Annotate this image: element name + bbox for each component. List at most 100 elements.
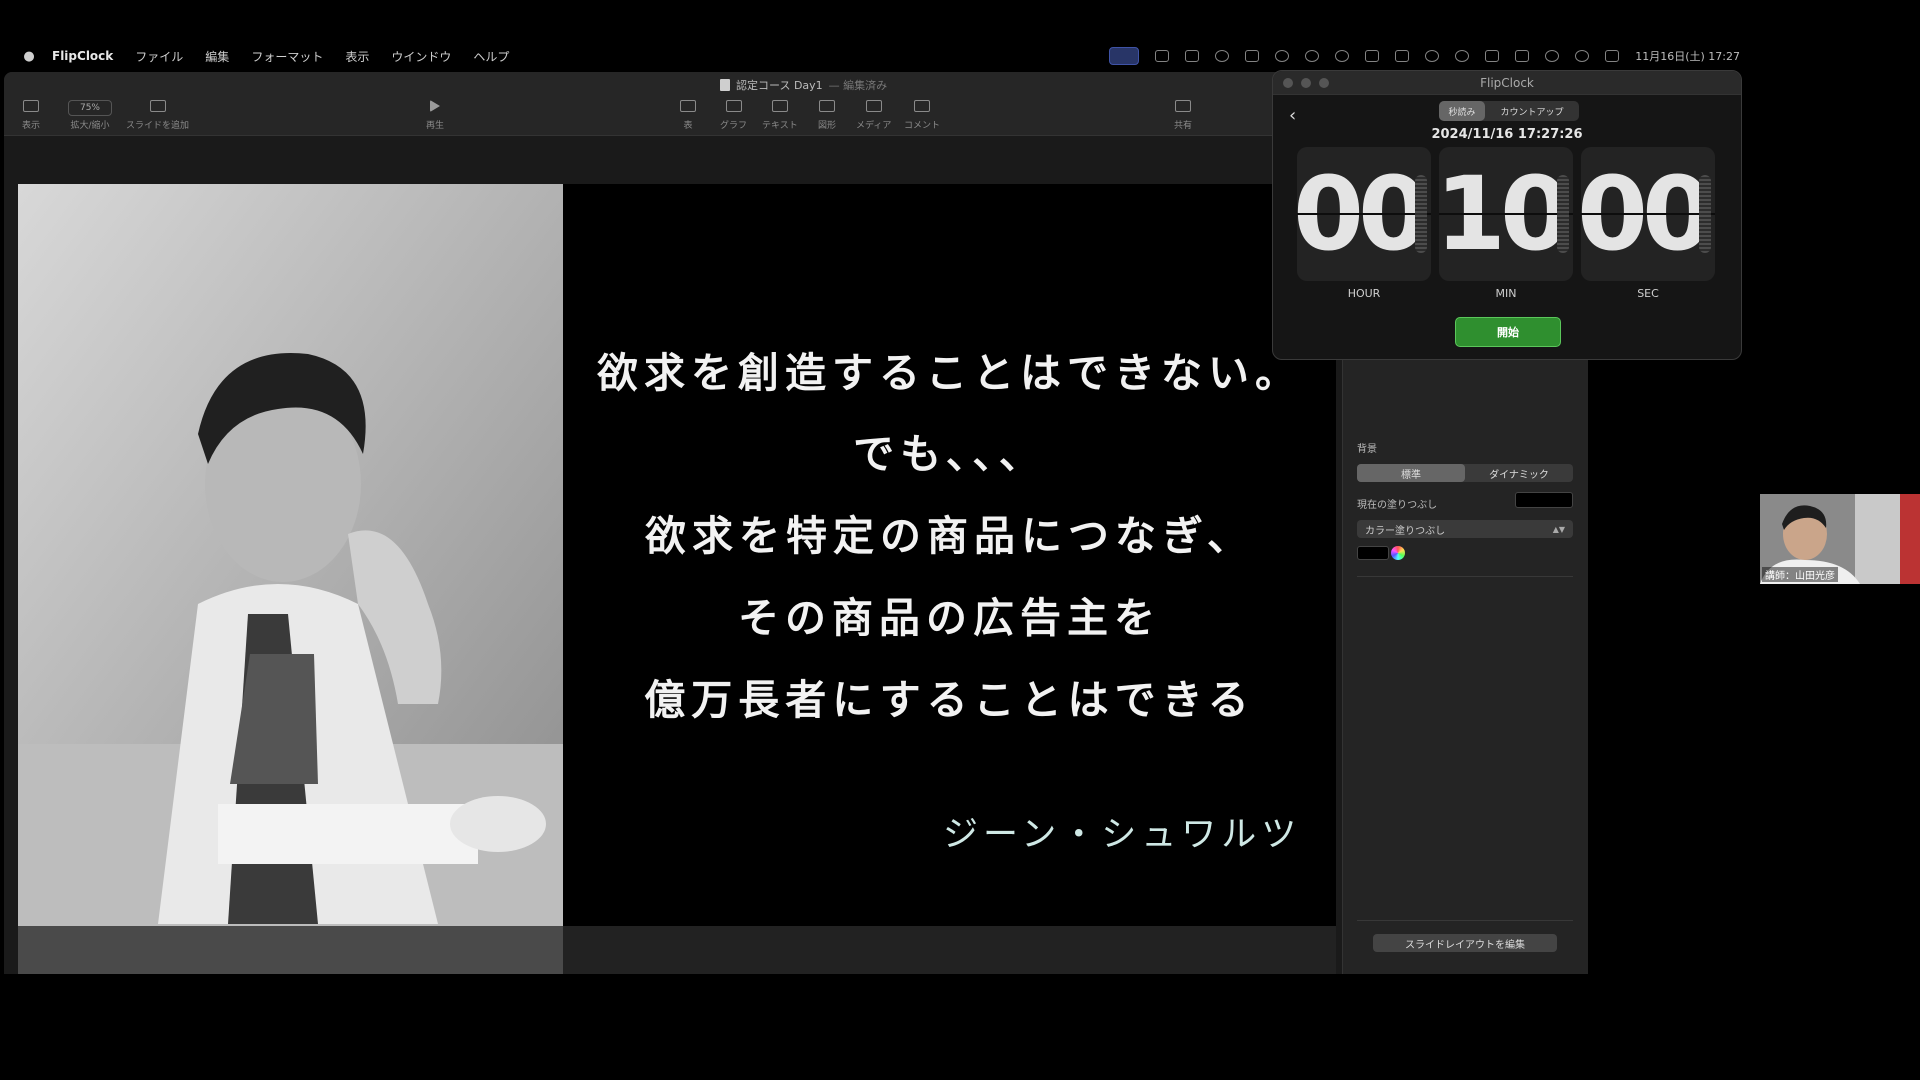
add-slide-icon bbox=[149, 100, 166, 112]
screen-mirror-icon[interactable] bbox=[1109, 47, 1140, 65]
current-datetime: 2024/11/16 17:27:26 bbox=[1431, 127, 1583, 142]
play-button[interactable]: 再生 bbox=[426, 100, 444, 131]
flipclock-titlebar: FlipClock bbox=[1273, 71, 1741, 95]
portrait-photo[interactable] bbox=[18, 184, 563, 926]
menu-app-name[interactable]: FlipClock bbox=[52, 49, 113, 63]
flipclock-window: FlipClock ‹ 秒読み カウントアップ 2024/11/16 17:27… bbox=[1272, 70, 1742, 360]
quote-block[interactable]: 欲求を創造することはできない。 でも、、、 欲求を特定の商品につなぎ、 その商品… bbox=[563, 184, 1336, 926]
chart-icon bbox=[725, 100, 742, 112]
sec-scroll-handle[interactable] bbox=[1699, 175, 1711, 253]
text-label: テキスト bbox=[762, 121, 798, 131]
add-slide-button[interactable]: スライドを追加 bbox=[126, 100, 189, 131]
flip-divider bbox=[1297, 213, 1431, 215]
seg-countdown[interactable]: 秒読み bbox=[1439, 101, 1485, 121]
apps-icon[interactable] bbox=[1395, 50, 1410, 62]
chart-button[interactable]: グラフ bbox=[720, 100, 747, 131]
menu-format[interactable]: フォーマット bbox=[251, 48, 323, 65]
display-icon[interactable] bbox=[1365, 50, 1380, 62]
photo-overflow bbox=[18, 926, 563, 974]
shape-icon bbox=[819, 100, 835, 112]
comment-button[interactable]: コメント bbox=[904, 100, 940, 131]
slide[interactable]: 欲求を創造することはできない。 でも、、、 欲求を特定の商品につなぎ、 その商品… bbox=[18, 184, 1336, 926]
menu-help[interactable]: ヘルプ bbox=[473, 48, 509, 65]
sec-card[interactable]: 00 bbox=[1581, 147, 1715, 281]
wifi-icon[interactable] bbox=[1545, 50, 1560, 62]
inspector-divider-bottom bbox=[1357, 920, 1573, 921]
sidebar-icon bbox=[23, 100, 39, 112]
zoom-value: 75% bbox=[68, 100, 112, 116]
notion-icon[interactable] bbox=[1185, 50, 1200, 62]
menu-edit[interactable]: 編集 bbox=[205, 48, 229, 65]
media-label: メディア bbox=[856, 121, 892, 131]
slide-canvas[interactable]: 欲求を創造することはできない。 でも、、、 欲求を特定の商品につなぎ、 その商品… bbox=[4, 136, 1342, 974]
table-label: 表 bbox=[683, 121, 693, 131]
color-well[interactable] bbox=[1357, 546, 1389, 560]
portrait-photo-drawing bbox=[18, 184, 563, 926]
start-button[interactable]: 開始 bbox=[1455, 317, 1561, 347]
shape-button[interactable]: 図形 bbox=[818, 100, 836, 131]
media-button[interactable]: メディア bbox=[856, 100, 891, 131]
background-mode-control: 標準 ダイナミック bbox=[1357, 464, 1573, 482]
flip-divider bbox=[1581, 213, 1715, 215]
document-title[interactable]: 認定コース Day1 — 編集済み bbox=[720, 77, 887, 93]
fill-type-select[interactable]: カラー塗りつぶし ▲▼ bbox=[1357, 520, 1573, 538]
edit-slide-layout-button[interactable]: スライドレイアウトを編集 bbox=[1373, 934, 1557, 952]
min-card[interactable]: 10 bbox=[1439, 147, 1573, 281]
color-wheel-icon[interactable] bbox=[1391, 546, 1405, 560]
zoom-label: 拡大/縮小 bbox=[70, 121, 110, 131]
hour-card[interactable]: 00 bbox=[1297, 147, 1431, 281]
message-icon[interactable] bbox=[1335, 50, 1350, 62]
quote-line-1: 欲求を創造することはできない。 bbox=[597, 349, 1302, 397]
min-scroll-handle[interactable] bbox=[1557, 175, 1569, 253]
view-button[interactable]: 表示 bbox=[22, 100, 40, 131]
record-icon[interactable] bbox=[1305, 50, 1320, 62]
menu-bar: ● FlipClock ファイル 編集 フォーマット 表示 ウインドウ ヘルプ … bbox=[0, 44, 1760, 68]
add-slide-label: スライドを追加 bbox=[126, 121, 190, 131]
text-button[interactable]: テキスト bbox=[762, 100, 798, 131]
menu-clock[interactable]: 11月16日(土) 17:27 bbox=[1635, 48, 1740, 64]
seg-standard[interactable]: 標準 bbox=[1357, 464, 1465, 482]
flipclock-title: FlipClock bbox=[1480, 76, 1534, 90]
quote-author: ジーン・シュワルツ bbox=[943, 815, 1302, 855]
play-label: 再生 bbox=[426, 121, 445, 131]
sec-label: SEC bbox=[1637, 287, 1659, 300]
share-icon bbox=[1175, 100, 1191, 112]
battery-icon[interactable] bbox=[1515, 50, 1530, 62]
menu-window[interactable]: ウインドウ bbox=[391, 48, 451, 65]
check-icon[interactable] bbox=[1275, 50, 1290, 62]
comment-label: コメント bbox=[904, 121, 941, 131]
chevron-left-icon[interactable]: ‹ bbox=[1289, 105, 1296, 126]
control-center-icon[interactable] bbox=[1605, 50, 1620, 62]
menu-view[interactable]: 表示 bbox=[345, 48, 369, 65]
zoom-button[interactable]: 75% 拡大/縮小 bbox=[68, 100, 112, 131]
seg-dynamic[interactable]: ダイナミック bbox=[1465, 464, 1573, 482]
inspector-divider bbox=[1357, 576, 1573, 577]
webcam-overlay: 講師：山田光彦 bbox=[1760, 494, 1920, 584]
gear-icon[interactable] bbox=[1425, 50, 1440, 62]
shape-label: 図形 bbox=[818, 121, 837, 131]
chart-label: グラフ bbox=[720, 121, 748, 131]
slide-overflow-area bbox=[18, 926, 1336, 974]
presenter-name: 講師：山田光彦 bbox=[1762, 567, 1838, 582]
table-button[interactable]: 表 bbox=[680, 100, 696, 131]
current-fill-label: 現在の塗りつぶし bbox=[1357, 500, 1438, 511]
timer-mode-control: 秒読み カウントアップ bbox=[1439, 101, 1579, 121]
share-button[interactable]: 共有 bbox=[1174, 100, 1192, 131]
current-fill-swatch[interactable] bbox=[1515, 492, 1573, 508]
document-icon bbox=[720, 79, 730, 91]
chat-icon[interactable] bbox=[1215, 50, 1230, 62]
hour-label: HOUR bbox=[1347, 287, 1381, 300]
background-label: 背景 bbox=[1357, 444, 1377, 455]
quote-line-5: 億万長者にすることはできる bbox=[644, 676, 1255, 724]
play-circle-icon[interactable] bbox=[1455, 50, 1470, 62]
text-icon bbox=[771, 100, 788, 112]
hour-scroll-handle[interactable] bbox=[1415, 175, 1427, 253]
apple-menu-icon[interactable]: ● bbox=[22, 49, 36, 64]
person-icon[interactable] bbox=[1485, 50, 1500, 62]
menu-file[interactable]: ファイル bbox=[135, 48, 183, 65]
seg-countup[interactable]: カウントアップ bbox=[1485, 101, 1579, 121]
fill-type-value: カラー塗りつぶし bbox=[1365, 525, 1446, 537]
shield-icon[interactable] bbox=[1245, 50, 1260, 62]
search-icon[interactable] bbox=[1575, 50, 1590, 62]
status-extra-icon[interactable] bbox=[1155, 50, 1170, 62]
